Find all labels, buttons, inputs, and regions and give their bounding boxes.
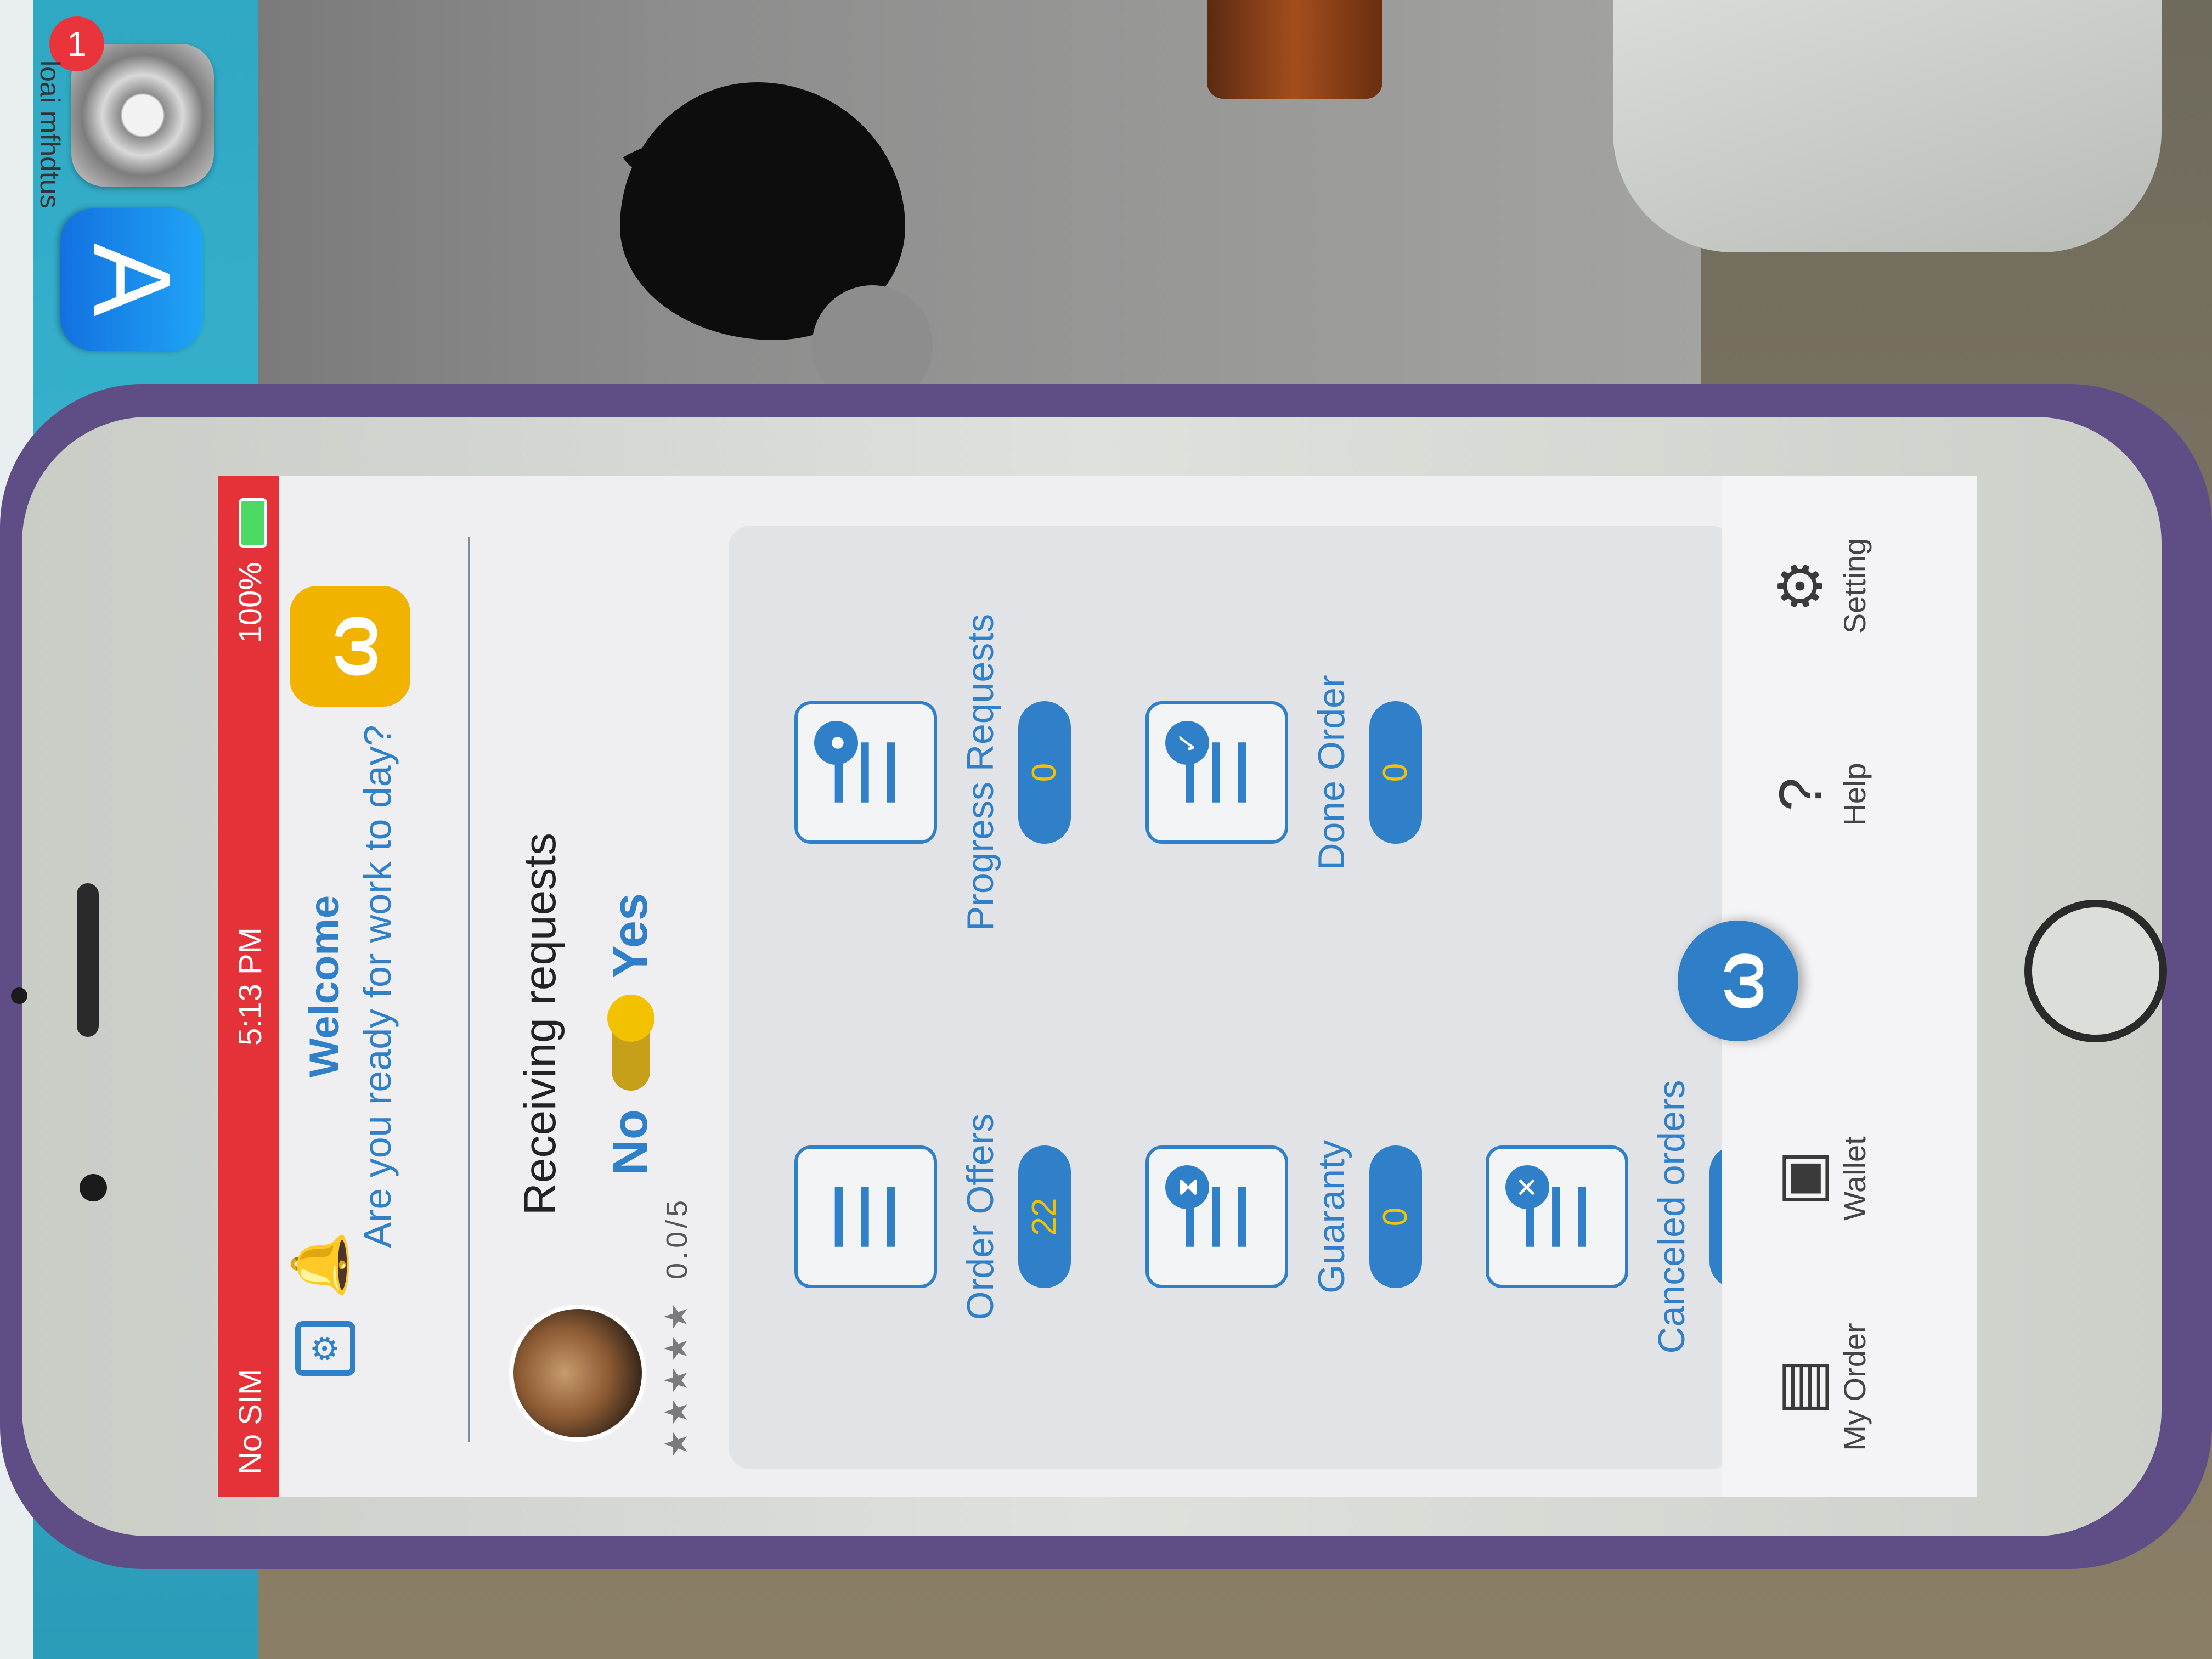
receiving-toggle[interactable] <box>607 994 654 1091</box>
tile-count: 0 <box>1018 701 1071 844</box>
progress-doc-icon: ☰ ● <box>794 701 937 844</box>
logo-icon: ω <box>290 586 410 707</box>
rating-value: 0.0/5 <box>661 1197 693 1279</box>
guaranty-doc-icon: ☰ ⧗ <box>1146 1146 1288 1288</box>
tile-progress-requests[interactable]: ☰ ● Progress Requests 0 <box>794 580 1071 964</box>
tile-label: Order Offers <box>960 1113 1001 1321</box>
tile-guaranty[interactable]: ☰ ⧗ Guaranty 0 <box>1146 1025 1422 1409</box>
bottom-nav: ▤ My Order ▣ Wallet ω ? Help ⚙ Setting <box>1678 476 1977 1497</box>
tile-label: Progress Requests <box>960 613 1001 932</box>
tile-done-order[interactable]: ☰ ✓ Done Order 0 <box>1146 580 1422 964</box>
tile-canceled-orders[interactable]: ☰✕ Canceled orders 0 <box>1486 1025 1762 1409</box>
desk-object <box>1207 0 1383 99</box>
home-button[interactable] <box>2024 900 2167 1042</box>
phone-speaker <box>77 883 99 1037</box>
toggle-knob <box>607 994 654 1042</box>
battery-percent: 100% <box>233 562 268 644</box>
nav-help[interactable]: ? Help <box>1765 707 1872 882</box>
phone-sensor <box>11 988 27 1004</box>
battery-status: 100% <box>232 498 269 643</box>
tile-label: Canceled orders <box>1651 1080 1692 1354</box>
receiving-requests-label: Receiving requests <box>515 833 565 1216</box>
tile-count: 22 <box>1018 1146 1071 1288</box>
phone-camera <box>80 1174 107 1201</box>
nav-my-order[interactable]: ▤ My Order <box>1765 1299 1872 1475</box>
wallet-icon: ▣ <box>1767 1150 1835 1207</box>
tile-label: Guaranty <box>1311 1140 1352 1294</box>
nav-label: Setting <box>1837 538 1872 634</box>
app-store-icon[interactable]: A <box>60 208 203 351</box>
nav-setting[interactable]: ⚙ Setting <box>1765 498 1872 674</box>
tile-label: Done Order <box>1311 675 1352 870</box>
toggle-yes-label: Yes <box>603 893 658 979</box>
help-icon: ? <box>1767 777 1835 811</box>
status-bar: No SIM 5:13 PM 100% <box>218 476 279 1497</box>
toggle-no-label: No <box>603 1109 658 1176</box>
order-icon: ▤ <box>1767 1358 1835 1415</box>
nav-label: Help <box>1837 763 1872 826</box>
canceled-doc-icon: ☰ ✕ <box>1486 1146 1628 1288</box>
nav-wallet[interactable]: ▣ Wallet <box>1765 1091 1872 1266</box>
desktop-partial-text: loai mfhdtus <box>35 60 65 208</box>
done-doc-icon: ☰ ✓ <box>1146 701 1288 844</box>
tile-count: 0 <box>1369 701 1422 844</box>
app-screen: No SIM 5:13 PM 100% ⚙ 🔔 Welcome Are you … <box>218 476 1977 1497</box>
nav-label: Wallet <box>1837 1136 1872 1221</box>
battery-icon <box>238 498 267 548</box>
dashboard-panel: ☰ Order Offers 22 ☰ ● Progress Requests 0… <box>729 526 1762 1469</box>
receiving-toggle-row: No Yes <box>602 476 659 1497</box>
gear-icon: ⚙ <box>1767 558 1835 613</box>
rating-stars: ★★★★★ <box>658 1299 694 1458</box>
phone-screen: No SIM 5:13 PM 100% ⚙ 🔔 Welcome Are you … <box>218 476 1977 1497</box>
tile-order-offers[interactable]: ☰ Order Offers 22 <box>794 1025 1071 1409</box>
home-logo-button[interactable]: ω <box>1678 921 1798 1041</box>
list-doc-icon: ☰ <box>794 1146 937 1288</box>
rating: ★★★★★ 0.0/5 <box>657 1197 695 1458</box>
nav-label: My Order <box>1837 1323 1872 1451</box>
airpods-case <box>1613 0 2162 252</box>
header-divider <box>468 537 470 1442</box>
tile-count: 0 <box>1369 1146 1422 1288</box>
